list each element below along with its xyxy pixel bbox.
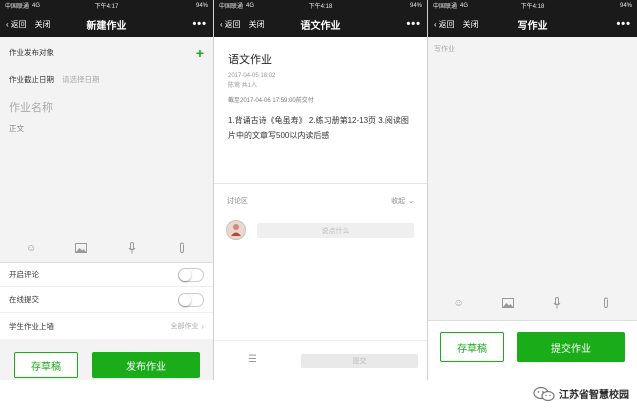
comments-toggle[interactable] (178, 267, 204, 282)
page-title: 新建作业 (86, 20, 127, 32)
wechat-logo-icon (533, 386, 555, 401)
publish-button[interactable]: 发布作业 (92, 352, 200, 378)
homework-detail-screen: 中国联通 4G 下午4:18 94% ‹ 返回 关闭 语文作业 ••• 语文作业 … (214, 0, 427, 380)
status-time: 下午4:18 (308, 4, 333, 10)
more-menu-button[interactable]: ••• (406, 18, 421, 30)
homework-content: 1.背诵古诗《龟虽寿》 2.练习册第12-13页 3.阅读图片中的文章写500以… (228, 116, 409, 140)
emoji-icon[interactable]: ☺ (24, 242, 38, 254)
deadline-row[interactable]: 作业截止日期 请选择日期 (0, 66, 213, 92)
comments-toggle-row: 开启评论 (0, 263, 213, 287)
body-row[interactable]: 正文 (0, 122, 213, 134)
chevron-left-icon: ‹ (434, 19, 437, 29)
page-title: 语文作业 (300, 20, 341, 32)
emoji-icon[interactable]: ☺ (452, 297, 466, 309)
homework-title: 语文作业 (228, 54, 272, 66)
online-submit-toggle[interactable] (178, 292, 204, 307)
microphone-icon[interactable] (125, 242, 139, 254)
editor-toolbar: ☺ (0, 240, 213, 256)
new-homework-screen: 中国联通 4G 下午4:17 94% ‹ 返回 关闭 新建作业 ••• 作业发布对… (0, 0, 213, 380)
status-time: 下午4:17 (94, 4, 119, 10)
publish-target-label: 作业发布对象 (9, 48, 54, 57)
publish-target-row[interactable]: 作业发布对象 + (0, 39, 213, 66)
discussion-header: 讨论区 收起 ⌄ (218, 194, 423, 208)
collapse-button[interactable]: 收起 (391, 196, 405, 206)
close-button[interactable]: 关闭 (463, 19, 479, 30)
homework-deadline: 截至2017-04-06 17:59:00前交付 (228, 98, 314, 104)
more-menu-button[interactable]: ••• (616, 18, 631, 30)
wall-label: 学生作业上墙 (9, 321, 54, 331)
editor-toolbar: ☺ (428, 295, 637, 311)
deadline-label: 作业截止日期 (9, 74, 54, 84)
chevron-left-icon: ‹ (6, 19, 9, 29)
homework-body-input[interactable]: 写作业 (428, 37, 637, 61)
back-button[interactable]: ‹ 返回 (6, 19, 27, 30)
save-draft-button[interactable]: 存草稿 (14, 352, 78, 378)
watermark: 江苏省智慧校园 (533, 386, 629, 401)
close-button[interactable]: 关闭 (35, 19, 51, 30)
nav-bar: ‹ 返回 关闭 新建作业 ••• (0, 11, 213, 37)
status-time: 下午4:18 (520, 4, 545, 10)
microphone-icon[interactable] (550, 297, 564, 309)
list-icon[interactable]: ☰ (248, 354, 257, 365)
section-divider (214, 183, 427, 184)
nav-bar: ‹ 返回 关闭 写作业 ••• (428, 11, 637, 37)
wall-row[interactable]: 学生作业上墙 全部作业 › (0, 313, 213, 339)
attachment-icon[interactable] (175, 242, 189, 254)
watermark-text: 江苏省智慧校园 (559, 390, 629, 401)
save-draft-button[interactable]: 存草稿 (440, 332, 504, 362)
comments-toggle-label: 开启评论 (9, 270, 39, 279)
online-submit-row: 在线提交 (0, 287, 213, 313)
homework-name-input[interactable]: 作业名称 (9, 99, 53, 115)
deadline-input[interactable]: 请选择日期 (62, 74, 100, 85)
submit-button[interactable]: 提交 (301, 354, 418, 368)
homework-author: 陈莺 共1人 (228, 83, 258, 89)
comment-input[interactable]: 说点什么 (257, 223, 414, 238)
nav-bar: ‹ 返回 关闭 语文作业 ••• (214, 11, 427, 37)
chevron-left-icon: ‹ (220, 19, 223, 29)
wall-value: 全部作业 (170, 323, 199, 330)
more-menu-button[interactable]: ••• (192, 18, 207, 30)
avatar (226, 220, 246, 240)
close-button[interactable]: 关闭 (249, 19, 265, 30)
bottom-bar-divider (214, 340, 427, 341)
back-button[interactable]: ‹ 返回 (434, 19, 455, 30)
online-submit-label: 在线提交 (9, 295, 39, 304)
body-input[interactable]: 正文 (9, 123, 24, 134)
back-button[interactable]: ‹ 返回 (220, 19, 241, 30)
status-bar: 中国联通 4G 下午4:18 94% (214, 0, 427, 11)
submit-homework-button[interactable]: 提交作业 (517, 332, 625, 362)
homework-name-row[interactable]: 作业名称 (0, 92, 213, 122)
back-label: 返回 (10, 19, 27, 29)
chevron-right-icon: › (201, 321, 205, 331)
discussion-label: 讨论区 (227, 198, 248, 205)
chevron-down-icon: ⌄ (408, 198, 414, 205)
back-label: 返回 (224, 19, 241, 29)
image-icon[interactable] (74, 242, 88, 254)
homework-date: 2017-04-05 18:02 (228, 73, 276, 79)
write-homework-screen: 中国联通 4G 下午4:18 94% ‹ 返回 关闭 写作业 ••• 写作业 ☺ … (428, 0, 637, 380)
attachment-icon[interactable] (599, 297, 613, 309)
status-bar: 中国联通 4G 下午4:18 94% (428, 0, 637, 11)
image-icon[interactable] (501, 297, 515, 309)
status-bar: 中国联通 4G 下午4:17 94% (0, 0, 213, 11)
page-title: 写作业 (517, 20, 548, 32)
plus-icon[interactable]: + (196, 46, 204, 60)
back-label: 返回 (438, 19, 455, 29)
